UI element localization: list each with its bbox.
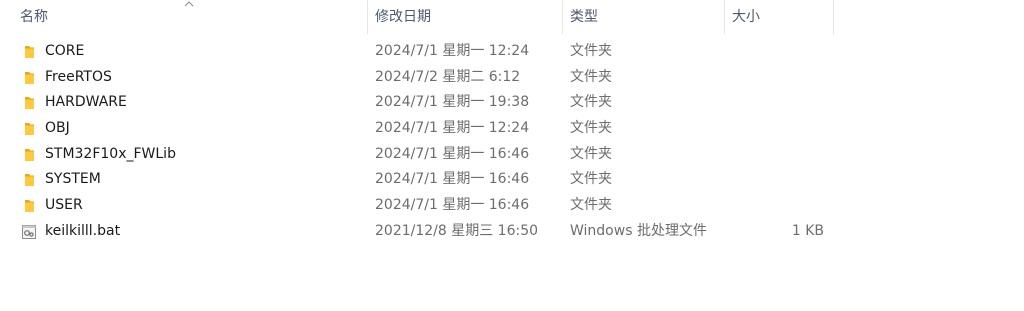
batch-file-icon (22, 224, 36, 239)
column-header-type[interactable]: 类型 (562, 0, 724, 34)
file-modified-date: 2021/12/8 星期三 16:50 (375, 222, 539, 239)
file-size (760, 39, 824, 65)
file-row[interactable]: OBJ 2024/7/1 星期一 12:24 文件夹 (0, 116, 834, 142)
folder-icon (25, 97, 34, 110)
file-name: HARDWARE (45, 94, 127, 111)
folder-icon (25, 200, 34, 213)
file-row[interactable]: SYSTEM 2024/7/1 星期一 16:46 文件夹 (0, 167, 834, 193)
file-name: CORE (45, 43, 85, 59)
file-size (760, 65, 824, 91)
file-modified-date: 2024/7/1 星期一 16:46 (375, 171, 530, 188)
file-row[interactable]: STM32F10x_FWLib 2024/7/1 星期一 16:46 文件夹 (0, 142, 834, 168)
file-size (760, 142, 824, 168)
file-size (760, 90, 824, 116)
file-name: keilkilll.bat (45, 222, 121, 239)
file-type: 文件夹 (570, 171, 612, 188)
file-size: 1 KB (791, 222, 824, 239)
file-modified-date: 2024/7/1 星期一 16:46 (375, 145, 530, 162)
column-header-name[interactable]: 名称 (12, 0, 367, 34)
folder-icon (25, 148, 34, 161)
file-modified-date: 2024/7/1 星期一 16:46 (375, 197, 530, 214)
file-modified-date: 2024/7/1 星期一 12:24 (375, 120, 530, 137)
file-name: SYSTEM (45, 171, 101, 188)
file-name: USER (45, 197, 83, 214)
file-type: 文件夹 (570, 43, 612, 59)
folder-icon (25, 174, 34, 187)
folder-icon (25, 123, 34, 136)
file-rows: CORE 2024/7/1 星期一 12:24 文件夹 FreeRTOS 202… (0, 39, 1024, 245)
file-row[interactable]: FreeRTOS 2024/7/2 星期二 6:12 文件夹 (0, 65, 834, 91)
file-modified-date: 2024/7/1 星期一 19:38 (375, 94, 530, 111)
folder-icon (25, 46, 34, 58)
file-row[interactable]: USER 2024/7/1 星期一 16:46 文件夹 (0, 193, 834, 219)
file-type: Windows 批处理文件 (570, 222, 707, 239)
file-row[interactable]: HARDWARE 2024/7/1 星期一 19:38 文件夹 (0, 90, 834, 116)
column-header-size[interactable]: 大小 (724, 0, 833, 34)
file-size (760, 167, 824, 193)
column-divider[interactable] (833, 0, 834, 34)
file-modified-date: 2024/7/1 星期一 12:24 (375, 43, 530, 59)
file-modified-date: 2024/7/2 星期二 6:12 (375, 68, 521, 85)
file-row[interactable]: CORE 2024/7/1 星期一 12:24 文件夹 (0, 39, 834, 65)
folder-icon (25, 71, 34, 84)
file-type: 文件夹 (570, 68, 612, 85)
file-type: 文件夹 (570, 145, 612, 162)
file-size (760, 116, 824, 142)
file-size (760, 193, 824, 219)
file-name: STM32F10x_FWLib (45, 145, 176, 162)
column-header-date[interactable]: 修改日期 (367, 0, 562, 34)
file-type: 文件夹 (570, 94, 612, 111)
file-row[interactable]: keilkilll.bat 2021/12/8 星期三 16:50 Window… (0, 219, 834, 245)
file-list-view: 名称 修改日期 类型 大小 CORE 2024/7/1 星期一 12:24 文件… (0, 0, 1024, 311)
file-name: OBJ (45, 120, 70, 137)
column-header-bar: 名称 修改日期 类型 大小 (0, 0, 834, 34)
file-name: FreeRTOS (45, 68, 112, 85)
file-type: 文件夹 (570, 197, 612, 214)
file-type: 文件夹 (570, 120, 612, 137)
